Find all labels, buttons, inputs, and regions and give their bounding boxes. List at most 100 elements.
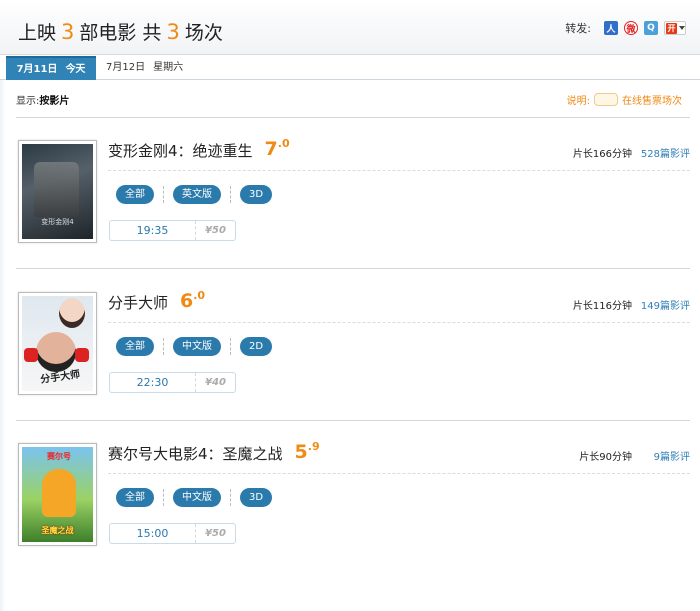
display-mode-value[interactable]: 按影片: [39, 96, 69, 107]
version-filters: 全部 英文版 3D: [116, 185, 273, 204]
score-int: 5: [294, 441, 308, 463]
movie-item: 变形金刚4 变形金刚4：绝迹重生 7.0 片长166分钟 528篇影评 全部 英…: [16, 137, 690, 270]
movie-runtime: 片长116分钟: [572, 301, 632, 312]
movie-score: 6.0: [180, 289, 206, 312]
display-mode: 显示:按影片: [16, 92, 69, 107]
showtime-button[interactable]: 22:30 ¥40: [109, 372, 236, 393]
legend-swatch: [594, 93, 618, 106]
movie-runtime: 片长90分钟: [579, 452, 632, 463]
poster-figure: [24, 348, 38, 362]
filter-separator: [163, 338, 164, 355]
tab-date-tomorrow[interactable]: 7月12日 星期六: [106, 56, 183, 80]
dashed-divider: [108, 322, 690, 323]
poster-figure: [34, 162, 79, 217]
movie-runtime: 片长166分钟: [572, 149, 632, 160]
tab-day: 星期六: [153, 62, 184, 73]
movie-item: 赛尔号 圣魔之战 赛尔号大电影4：圣魔之战 5.9 片长90分钟 9篇影评 全部…: [16, 440, 690, 573]
movie-title[interactable]: 变形金刚4：绝迹重生: [108, 140, 253, 161]
movie-poster[interactable]: 变形金刚4: [18, 140, 97, 243]
movie-poster[interactable]: 赛尔号 圣魔之战: [18, 443, 97, 546]
score-int: 7: [264, 138, 278, 160]
filter-separator: [230, 186, 231, 203]
share-bar: 转发: 人 微 Q 开: [565, 20, 686, 36]
score-int: 6: [180, 290, 194, 312]
movie-title[interactable]: 赛尔号大电影4：圣魔之战: [108, 443, 283, 464]
divider: [16, 268, 690, 269]
version-filters: 全部 中文版 3D: [116, 488, 273, 507]
filter-all-button[interactable]: 全部: [116, 185, 154, 204]
showtime-price: ¥40: [205, 377, 226, 388]
divider: [16, 117, 690, 118]
share-label: 转发:: [565, 22, 591, 35]
showtime-button[interactable]: 15:00 ¥50: [109, 523, 236, 544]
movie-title[interactable]: 分手大师: [108, 292, 168, 313]
poster-image: 变形金刚4: [22, 144, 93, 239]
movie-count: 3: [61, 20, 75, 44]
movie-title-row: 变形金刚4：绝迹重生 7.0: [108, 137, 290, 162]
divider: [16, 420, 690, 421]
poster-caption: 圣魔之战: [41, 526, 74, 535]
filter-language-button[interactable]: 中文版: [173, 488, 221, 507]
showtime-price: ¥50: [205, 225, 226, 236]
show-count: 3: [166, 20, 180, 44]
showtime-time: 15:00: [110, 524, 196, 543]
more-share-icon[interactable]: 开: [664, 21, 686, 35]
movie-title-row: 赛尔号大电影4：圣魔之战 5.9: [108, 440, 320, 465]
filter-format-button[interactable]: 3D: [240, 185, 273, 204]
filter-separator: [230, 489, 231, 506]
filter-language-button[interactable]: 中文版: [173, 337, 221, 356]
showtime-button[interactable]: 19:35 ¥50: [109, 220, 236, 241]
showtime-time: 19:35: [110, 221, 196, 240]
poster-logo: 赛尔号: [47, 452, 71, 461]
poster-figure: [59, 298, 85, 328]
poster-image: 分手大师: [22, 296, 93, 391]
tab-date: 7月12日: [106, 62, 146, 73]
tab-date: 7月11日: [16, 64, 58, 75]
movie-reviews-link[interactable]: 9篇影评: [654, 448, 690, 463]
weibo-icon[interactable]: 微: [624, 21, 638, 35]
display-label: 显示:: [16, 96, 40, 107]
legend: 说明: 在线售票场次: [567, 92, 682, 107]
date-tabs: 7月11日 今天 7月12日 星期六: [0, 56, 700, 80]
filter-language-button[interactable]: 英文版: [173, 185, 221, 204]
score-dec: .0: [193, 289, 206, 302]
movie-score: 5.9: [294, 440, 320, 463]
version-filters: 全部 中文版 2D: [116, 337, 273, 356]
movie-item: 分手大师 分手大师 6.0 片长116分钟 149篇影评 全部 中文版 2D 2…: [16, 289, 690, 422]
title-prefix: 上映: [18, 22, 57, 44]
movie-title-row: 分手大师 6.0: [108, 289, 206, 314]
showtime-time: 22:30: [110, 373, 196, 392]
filter-separator: [163, 186, 164, 203]
poster-figure: [42, 469, 76, 517]
dashed-divider: [108, 170, 690, 171]
chevron-down-icon: [679, 26, 685, 30]
left-shadow: [0, 80, 6, 611]
poster-caption: 变形金刚4: [41, 218, 74, 226]
showtime-price: ¥50: [205, 528, 226, 539]
tab-day: 今天: [65, 64, 86, 75]
page-title: 上映 3 部电影 共 3 场次: [18, 18, 223, 45]
filter-format-button[interactable]: 3D: [240, 488, 273, 507]
tab-date-today[interactable]: 7月11日 今天: [6, 56, 96, 80]
renren-icon[interactable]: 人: [604, 21, 618, 35]
dashed-divider: [108, 473, 690, 474]
filter-all-button[interactable]: 全部: [116, 337, 154, 356]
title-suffix: 场次: [184, 22, 223, 44]
score-dec: .0: [277, 137, 290, 150]
filter-format-button[interactable]: 2D: [240, 337, 273, 356]
movie-reviews-link[interactable]: 528篇影评: [641, 145, 690, 160]
legend-label: 说明:: [566, 96, 590, 107]
page-header: 上映 3 部电影 共 3 场次 转发: 人 微 Q 开: [0, 0, 700, 55]
qzone-icon[interactable]: Q: [644, 21, 658, 35]
poster-image: 赛尔号 圣魔之战: [22, 447, 93, 542]
filter-separator: [230, 338, 231, 355]
movie-reviews-link[interactable]: 149篇影评: [641, 297, 690, 312]
movie-score: 7.0: [264, 137, 290, 160]
movie-poster[interactable]: 分手大师: [18, 292, 97, 395]
poster-figure: [75, 348, 89, 362]
filter-all-button[interactable]: 全部: [116, 488, 154, 507]
more-share-glyph: 开: [666, 22, 677, 34]
legend-text: 在线售票场次: [622, 96, 682, 107]
filter-separator: [163, 489, 164, 506]
score-dec: .9: [307, 440, 320, 453]
